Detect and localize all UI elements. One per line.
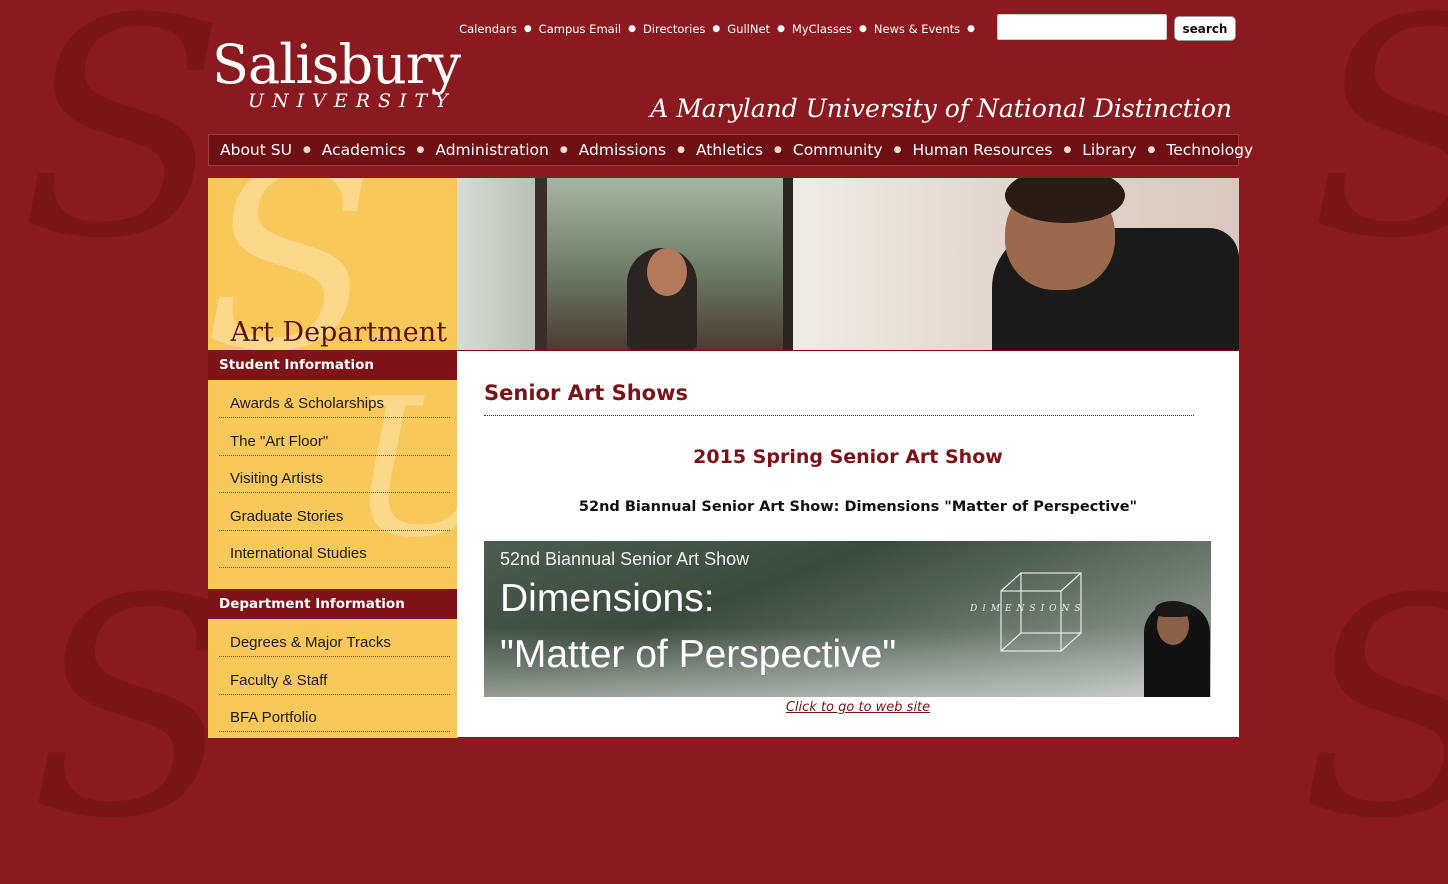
utility-separator: ●	[777, 24, 785, 34]
hero-photo-detail	[535, 178, 547, 350]
tagline: A Maryland University of National Distin…	[650, 94, 1232, 123]
sidebar-link-awards-scholarships[interactable]: Awards & Scholarships	[219, 384, 450, 418]
search-button[interactable]: search	[1174, 16, 1236, 41]
sidebar-link-visiting-artists[interactable]: Visiting Artists	[219, 459, 450, 493]
nav-item-admissions[interactable]: Admissions	[568, 141, 677, 159]
utility-link-campus-email[interactable]: Campus Email	[539, 22, 621, 36]
page-wrapper: Calendars ● Campus Email ● Directories ●…	[208, 0, 1253, 738]
utility-link-news-events[interactable]: News & Events	[874, 22, 960, 36]
sidebar-link-art-floor[interactable]: The "Art Floor"	[219, 422, 450, 456]
utility-separator: ●	[712, 24, 721, 34]
show-subtitle: 52nd Biannual Senior Art Show: Dimension…	[578, 499, 1138, 515]
nav-item-human-resources[interactable]: Human Resources	[901, 141, 1063, 159]
banner-line-2: Dimensions:	[500, 577, 715, 620]
background-monogram-left: S	[20, 0, 226, 304]
banner-artist-figure	[1155, 601, 1191, 617]
banner-line-3: "Matter of Perspective"	[500, 633, 897, 676]
nav-item-about-su[interactable]: About SU	[209, 141, 303, 159]
section-heading-department-information: Department Information	[208, 589, 457, 619]
show-title: 2015 Spring Senior Art Show	[693, 446, 1003, 468]
utility-link-calendars[interactable]: Calendars	[459, 22, 517, 36]
nav-item-administration[interactable]: Administration	[424, 141, 559, 159]
sidebar-link-faculty-staff[interactable]: Faculty & Staff	[219, 661, 450, 695]
hero-photo-panel	[457, 178, 537, 350]
main-nav: About SU ● Academics ● Administration ● …	[208, 134, 1253, 166]
nav-separator: ●	[677, 145, 685, 155]
sidebar-link-bfa-portfolio[interactable]: BFA Portfolio	[219, 698, 450, 732]
logo-wordmark: Salisbury	[212, 33, 461, 96]
page-title: Senior Art Shows	[484, 381, 688, 405]
logo-subtitle: UNIVERSITY	[248, 90, 456, 112]
sidebar-link-graduate-stories[interactable]: Graduate Stories	[219, 497, 450, 531]
background-monogram-right: S	[1310, 0, 1448, 280]
nav-separator: ●	[1063, 145, 1072, 155]
sidebar: S Art Department U Student Information A…	[208, 178, 458, 738]
hero-photo	[457, 178, 1239, 351]
nav-item-athletics[interactable]: Athletics	[685, 141, 774, 159]
utility-link-gullnet[interactable]: GullNet	[727, 22, 770, 36]
art-show-banner[interactable]: 52nd Biannual Senior Art Show Dimensions…	[484, 541, 1211, 697]
cube-graphic	[1000, 572, 1082, 652]
cube-label: DIMENSIONS	[970, 604, 1086, 614]
utility-separator: ●	[523, 24, 532, 34]
utility-link-myclasses[interactable]: MyClasses	[792, 22, 852, 36]
department-header: S Art Department	[208, 178, 457, 386]
utility-nav: Calendars ● Campus Email ● Directories ●…	[459, 20, 982, 38]
nav-item-community[interactable]: Community	[782, 141, 894, 159]
banner-line-1: 52nd Biannual Senior Art Show	[500, 549, 750, 569]
banner-link[interactable]: Click to go to web site	[457, 700, 1239, 715]
sidebar-link-international-studies[interactable]: International Studies	[219, 534, 450, 568]
utility-separator: ●	[967, 24, 975, 34]
university-logo[interactable]: Salisbury UNIVERSITY	[212, 33, 461, 113]
utility-separator: ●	[858, 24, 867, 34]
hero-photo-figure	[647, 248, 687, 296]
department-title: Art Department	[230, 317, 447, 348]
nav-separator: ●	[774, 145, 782, 155]
nav-separator: ●	[416, 145, 425, 155]
nav-separator: ●	[1147, 145, 1156, 155]
utility-separator: ●	[628, 24, 636, 34]
nav-item-library[interactable]: Library	[1071, 141, 1147, 159]
nav-item-technology[interactable]: Technology	[1155, 141, 1264, 159]
title-divider	[484, 415, 1194, 416]
hero-photo-detail	[783, 178, 793, 350]
nav-separator: ●	[559, 145, 568, 155]
nav-item-academics[interactable]: Academics	[311, 141, 417, 159]
nav-separator: ●	[893, 145, 902, 155]
nav-separator: ●	[302, 145, 311, 155]
search-input[interactable]	[997, 14, 1167, 40]
background-monogram-right-lower: S	[1300, 560, 1448, 860]
background-monogram-left-lower: S	[30, 535, 236, 884]
section-heading-student-information: Student Information	[208, 350, 457, 380]
utility-link-directories[interactable]: Directories	[643, 22, 705, 36]
sidebar-link-degrees-major-tracks[interactable]: Degrees & Major Tracks	[219, 623, 450, 657]
main-content: Senior Art Shows 2015 Spring Senior Art …	[457, 351, 1239, 737]
